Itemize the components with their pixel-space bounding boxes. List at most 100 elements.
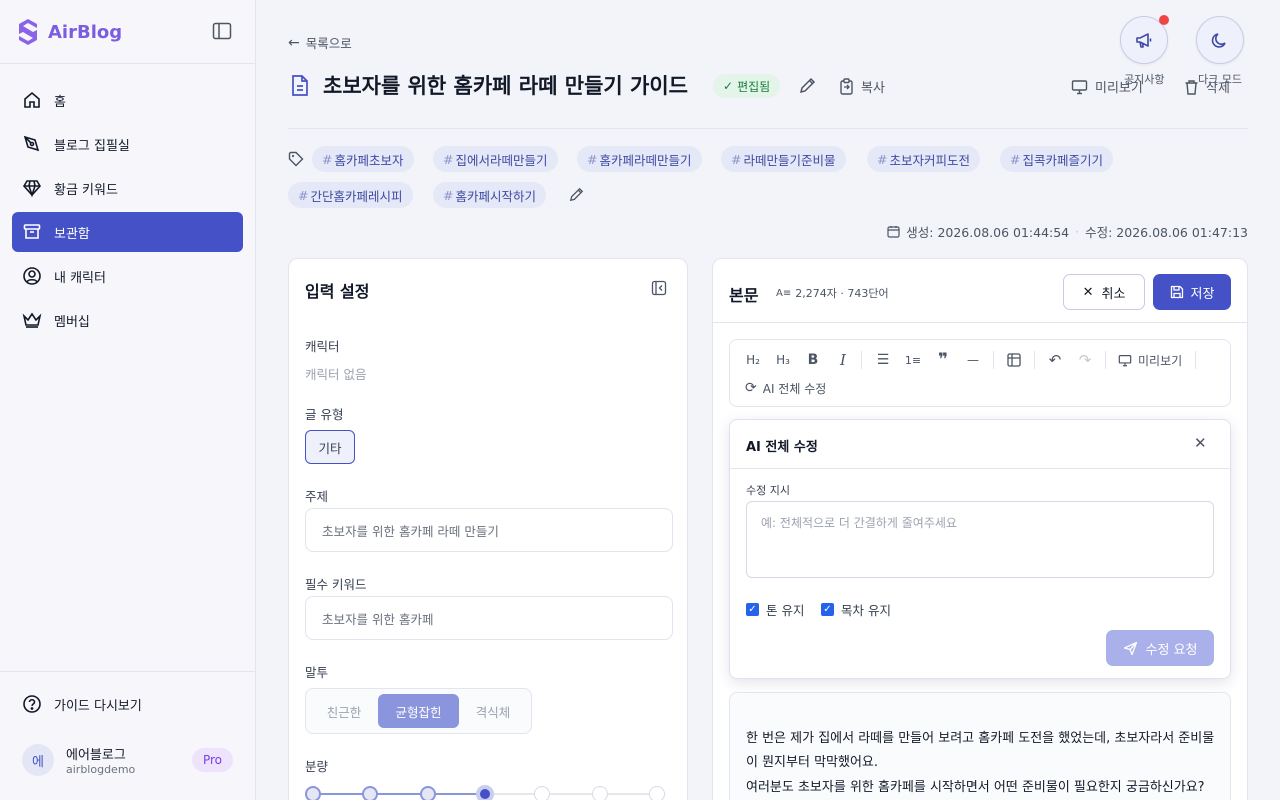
character-label: 캐릭터 xyxy=(305,339,340,354)
panel-collapse-icon[interactable] xyxy=(651,280,667,296)
tag-chip[interactable]: # 간단홈카페레시피 xyxy=(288,182,413,208)
body-line: 이 뭔지부터 막막했어요. xyxy=(746,755,878,770)
word-count-text: 2,274자 · 743단어 xyxy=(795,287,889,300)
type-chip[interactable]: 기타 xyxy=(305,430,355,464)
italic-icon[interactable]: I xyxy=(831,350,855,370)
tag-chip[interactable]: # 홈카페라떼만들기 xyxy=(577,146,702,172)
hash-icon: # xyxy=(877,151,888,167)
sidebar: AirBlog 홈 블로그 집필실 황금 키워드 보관함 내 캐릭터 멤버십 가… xyxy=(0,0,256,800)
hash-icon: # xyxy=(443,187,454,203)
close-icon[interactable]: ✕ xyxy=(1194,434,1207,452)
calendar-icon xyxy=(887,226,900,238)
logo[interactable]: AirBlog xyxy=(16,18,122,46)
horizontal-rule-icon[interactable]: — xyxy=(961,350,985,370)
character-value: 캐릭터 없음 xyxy=(305,367,367,382)
tag-label: 라떼만들기준비물 xyxy=(743,152,836,168)
topic-input[interactable]: 초보자를 위한 홈카페 라떼 만들기 xyxy=(305,508,673,552)
toolbar-divider xyxy=(1195,351,1196,369)
checkbox-checked-icon: ✓ xyxy=(821,603,834,616)
sidebar-toggle-icon[interactable] xyxy=(212,22,234,42)
ai-rewrite-button[interactable]: ⟳ AI 전체 수정 xyxy=(745,378,826,398)
guide-replay-button[interactable]: 가이드 다시보기 xyxy=(12,684,243,724)
sidebar-item-my-character[interactable]: 내 캐릭터 xyxy=(12,256,243,296)
heading2-icon[interactable]: H₂ xyxy=(741,350,765,370)
sidebar-item-home[interactable]: 홈 xyxy=(12,80,243,120)
back-label: 목록으로 xyxy=(305,36,352,51)
keyword-input[interactable]: 초보자를 위한 홈카페 xyxy=(305,596,673,640)
undo-icon[interactable]: ↶ xyxy=(1043,350,1067,370)
divider xyxy=(0,63,256,64)
page-title: 초보자를 위한 홈카페 라떼 만들기 가이드 xyxy=(323,74,688,98)
sidebar-item-golden-keyword[interactable]: 황금 키워드 xyxy=(12,168,243,208)
sidebar-item-membership[interactable]: 멤버십 xyxy=(12,300,243,340)
close-icon: ✕ xyxy=(1082,284,1094,300)
checkbox-checked-icon: ✓ xyxy=(746,603,759,616)
submit-request-button[interactable]: 수정 요청 xyxy=(1106,630,1214,666)
sidebar-item-archive[interactable]: 보관함 xyxy=(12,212,243,252)
save-label: 저장 xyxy=(1190,286,1215,302)
tag-label: 간단홈카페레시피 xyxy=(310,188,403,204)
slider-step[interactable] xyxy=(419,786,436,800)
tag-chip[interactable]: # 집에서라떼만들기 xyxy=(433,146,558,172)
tone-option[interactable]: 친근한 xyxy=(311,694,377,728)
divider xyxy=(0,671,256,672)
sidebar-item-label: 보관함 xyxy=(54,226,90,242)
divider xyxy=(288,128,1248,129)
heading3-icon[interactable]: H₃ xyxy=(771,350,795,370)
copy-button[interactable]: 복사 xyxy=(839,77,885,96)
trash-icon xyxy=(1185,79,1198,95)
ai-rewrite-label: AI 전체 수정 xyxy=(762,381,827,396)
slider-step[interactable] xyxy=(649,786,665,800)
keep-toc-checkbox[interactable]: ✓ 목차 유지 xyxy=(821,600,891,619)
toolbar-preview-button[interactable]: 미리보기 xyxy=(1118,350,1182,370)
airblog-logo-icon xyxy=(19,19,37,45)
back-to-list-link[interactable]: ← 목록으로 xyxy=(288,33,352,52)
tag-label: 집에서라떼만들기 xyxy=(455,152,548,168)
tag-chip[interactable]: # 집콕카페즐기기 xyxy=(1000,146,1113,172)
slider-step[interactable] xyxy=(476,785,494,800)
crown-icon xyxy=(22,312,42,328)
user-name: 에어블로그 xyxy=(66,748,126,763)
slider-step[interactable] xyxy=(591,786,608,800)
bold-icon[interactable]: B xyxy=(801,350,825,370)
gem-icon xyxy=(23,180,41,198)
slider-step[interactable] xyxy=(362,786,379,800)
cancel-label: 취소 xyxy=(1101,286,1126,302)
refresh-icon: ⟳ xyxy=(745,380,757,396)
slider-step[interactable] xyxy=(534,786,551,800)
sidebar-item-writing-room[interactable]: 블로그 집필실 xyxy=(12,124,243,164)
tag-chip[interactable]: # 홈카페초보자 xyxy=(312,146,414,172)
avatar[interactable]: 에 xyxy=(22,744,54,776)
amount-slider[interactable] xyxy=(305,784,673,800)
tone-option[interactable]: 격식체 xyxy=(460,694,526,728)
tag-label: 홈카페시작하기 xyxy=(455,188,536,204)
save-icon xyxy=(1170,285,1183,299)
numbered-list-icon[interactable]: 1≡ xyxy=(901,350,925,370)
tone-option-selected[interactable]: 균형잡힌 xyxy=(378,694,459,728)
slider-step[interactable] xyxy=(305,786,321,800)
moon-icon xyxy=(1211,33,1226,48)
timestamps: 생성: 2026.08.06 01:44:54 · 수정: 2026.08.06… xyxy=(887,222,1248,241)
save-button[interactable]: 저장 xyxy=(1153,274,1231,310)
quote-icon[interactable]: ❞ xyxy=(931,350,955,370)
edit-tags-pencil-icon[interactable] xyxy=(569,187,584,202)
redo-icon[interactable]: ↷ xyxy=(1073,350,1097,370)
text-size-icon: A≡ xyxy=(776,287,792,299)
instruction-textarea[interactable]: 예: 전체적으로 더 간결하게 줄여주세요 xyxy=(746,501,1214,578)
tag-chip[interactable]: # 초보자커피도전 xyxy=(867,146,980,172)
tag-chip[interactable]: # 홈카페시작하기 xyxy=(433,182,546,208)
tag-icon xyxy=(288,151,304,167)
tag-chip[interactable]: # 라떼만들기준비물 xyxy=(721,146,846,172)
keep-tone-checkbox[interactable]: ✓ 톤 유지 xyxy=(746,600,804,619)
tag-label: 홈카페라떼만들기 xyxy=(599,152,692,168)
dark-mode-button[interactable] xyxy=(1196,16,1244,64)
table-icon[interactable] xyxy=(1002,350,1026,370)
arrow-left-icon: ← xyxy=(288,34,300,51)
bullet-list-icon[interactable]: ☰ xyxy=(871,350,895,370)
cancel-button[interactable]: ✕ 취소 xyxy=(1063,274,1145,310)
keep-toc-label: 목차 유지 xyxy=(841,603,891,618)
body-line: 여러분도 초보자를 위한 홈카페를 시작하면서 어떤 준비물이 필요한지 궁금하… xyxy=(746,780,1205,795)
monitor-icon xyxy=(1118,354,1132,366)
copy-label: 복사 xyxy=(861,81,885,96)
edit-title-pencil-icon[interactable] xyxy=(799,77,816,94)
